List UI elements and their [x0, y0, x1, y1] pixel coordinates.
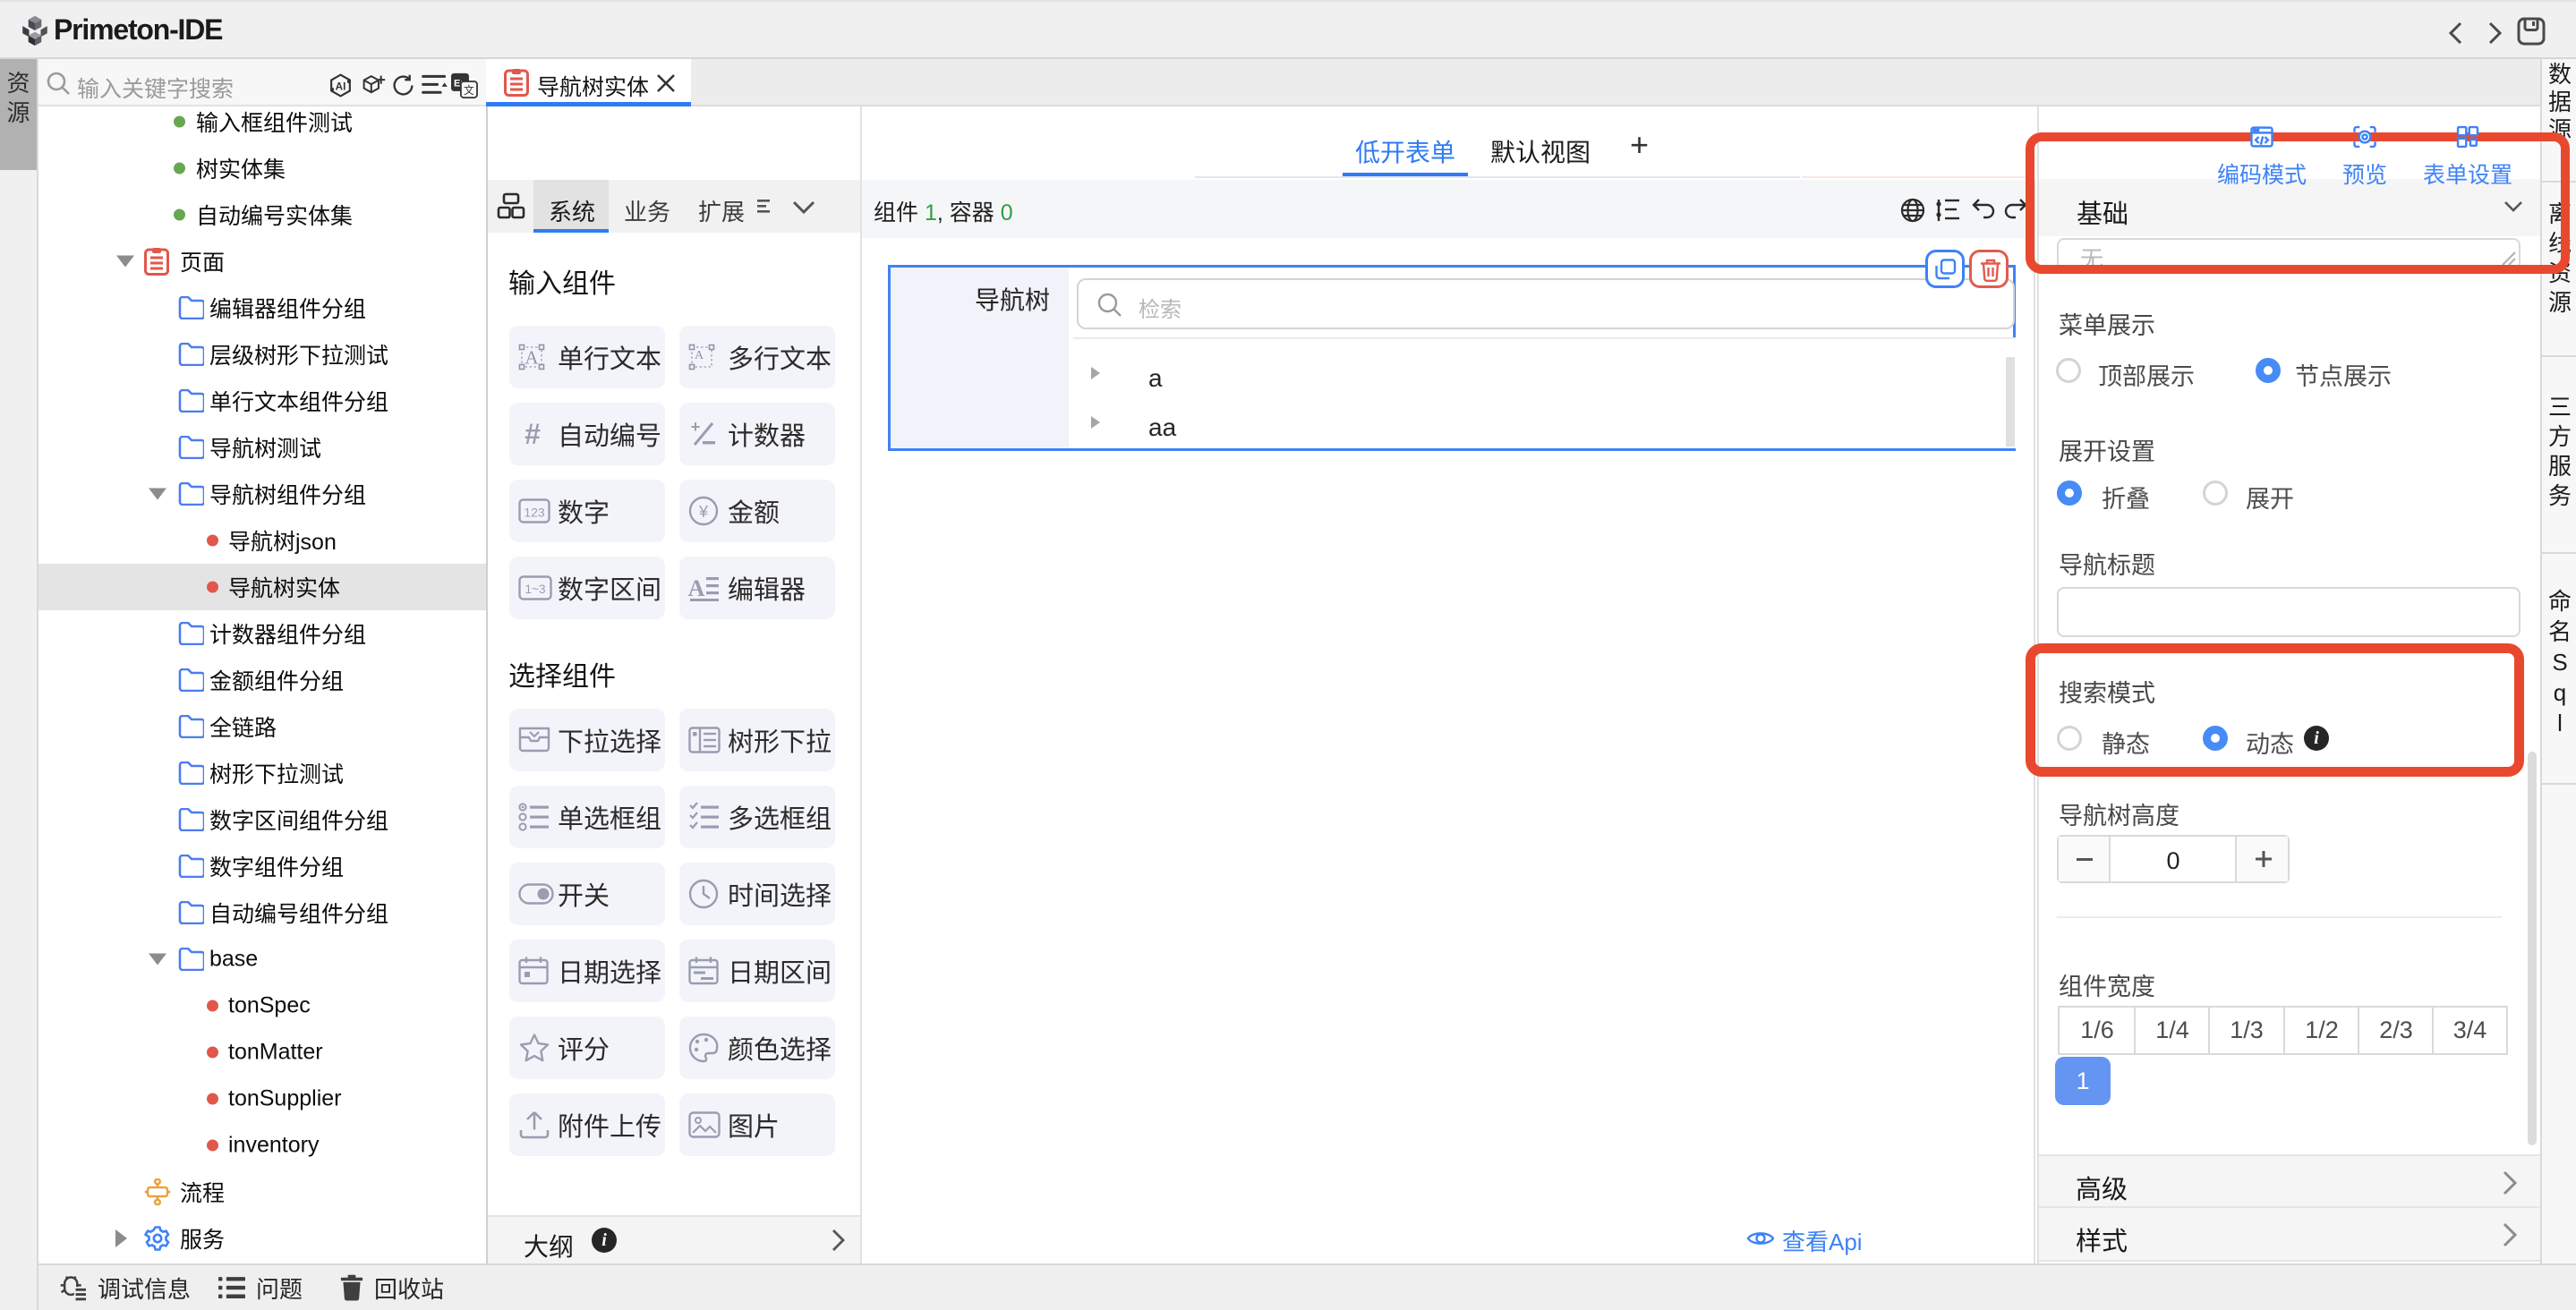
svg-text:A: A — [525, 347, 539, 369]
svg-text:AI: AI — [336, 81, 346, 92]
svg-text:#: # — [525, 420, 541, 448]
svg-text:A: A — [695, 349, 704, 362]
svg-text:1~3: 1~3 — [525, 583, 546, 596]
svg-text:A: A — [688, 575, 705, 601]
svg-text:¥: ¥ — [698, 503, 709, 521]
svg-text:+: + — [691, 420, 701, 436]
svg-text:123: 123 — [524, 506, 545, 520]
svg-text:文: 文 — [464, 84, 474, 97]
